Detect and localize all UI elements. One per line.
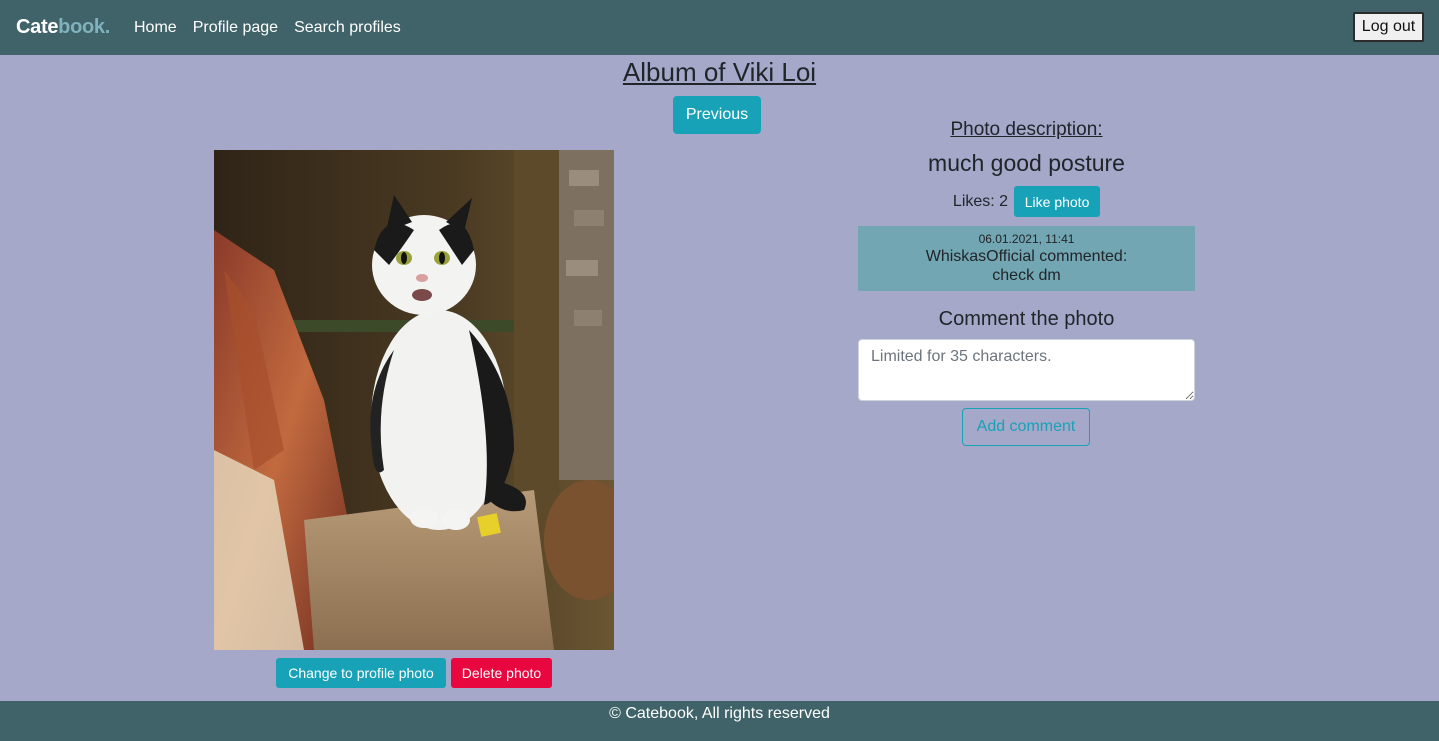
comment-author: WhiskasOfficial commented: [925, 248, 1128, 265]
likes-count: Likes: 2 [952, 192, 1009, 210]
likes-row: Likes: 2 Like photo [858, 186, 1195, 217]
brand-text-part1: Cate [16, 16, 59, 38]
nav-link-home[interactable]: Home [134, 19, 177, 37]
previous-button[interactable]: Previous [673, 96, 761, 134]
comment-form-heading: Comment the photo [938, 308, 1115, 330]
change-to-profile-photo-button[interactable]: Change to profile photo [276, 658, 446, 688]
comment-timestamp: 06.01.2021, 11:41 [978, 232, 1075, 246]
album-title: Album of Viki Loi [622, 57, 817, 87]
nav-link-search-profiles[interactable]: Search profiles [294, 19, 401, 37]
brand-text-part2: book. [58, 16, 110, 38]
photo-description-text: much good posture [928, 150, 1125, 176]
nav-link-profile-page[interactable]: Profile page [193, 19, 278, 37]
add-comment-button[interactable]: Add comment [962, 408, 1090, 446]
album-photo [214, 150, 614, 650]
footer: © Catebook, All rights reserved [0, 701, 1439, 741]
top-navbar: Catebook. Home Profile page Search profi… [0, 0, 1439, 55]
nav-links: Home Profile page Search profiles [134, 19, 417, 37]
cat-photo-image [214, 150, 614, 650]
like-photo-button[interactable]: Like photo [1014, 186, 1101, 217]
comment-input[interactable] [858, 339, 1195, 401]
logout-button[interactable]: Log out [1353, 12, 1424, 42]
footer-text: © Catebook, All rights reserved [609, 705, 830, 722]
brand-logo[interactable]: Catebook. [16, 16, 110, 39]
delete-photo-button[interactable]: Delete photo [451, 658, 552, 688]
photo-description-heading: Photo description: [950, 119, 1103, 140]
comment-text: check dm [992, 267, 1061, 284]
comment-item: 06.01.2021, 11:41 WhiskasOfficial commen… [858, 226, 1195, 291]
